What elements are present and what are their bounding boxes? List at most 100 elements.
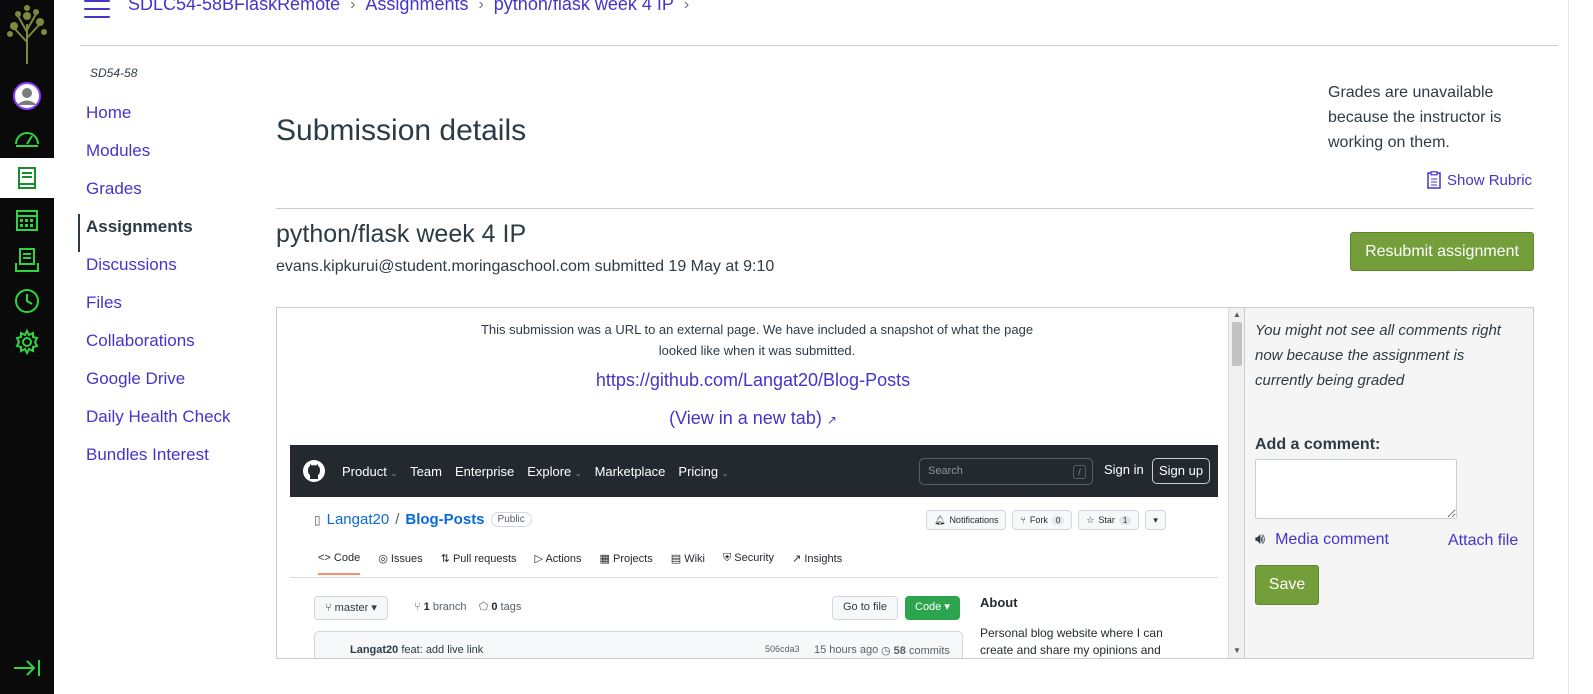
- save-comment-button[interactable]: Save: [1255, 565, 1319, 605]
- hamburger-menu-icon[interactable]: [84, 0, 110, 20]
- github-menu: Product ⌄ Team Enterprise Explore ⌄ Mark…: [342, 464, 728, 479]
- tab-insights[interactable]: ↗ Insights: [792, 552, 842, 575]
- gear-icon: [15, 328, 39, 356]
- github-menu-explore[interactable]: Explore ⌄: [527, 464, 581, 479]
- dashboard-nav-item[interactable]: [0, 118, 54, 158]
- breadcrumb-bar: SDLC54-58BFlaskRemote › Assignments › py…: [80, 0, 1558, 46]
- branch-count-link[interactable]: ⑂ 1 branch: [414, 601, 466, 613]
- dashboard-icon: [15, 132, 39, 147]
- commit-time: 15 hours ago: [814, 644, 879, 656]
- breadcrumb-separator-icon: ›: [683, 0, 690, 13]
- breadcrumb-assignment-link[interactable]: python/flask week 4 IP: [494, 0, 674, 15]
- github-search-input[interactable]: Search /: [919, 458, 1093, 485]
- scroll-up-icon[interactable]: ▲: [1233, 310, 1241, 319]
- github-menu-enterprise[interactable]: Enterprise: [455, 464, 514, 479]
- help-nav-item[interactable]: [0, 322, 54, 362]
- breadcrumb: SDLC54-58BFlaskRemote › Assignments › py…: [128, 0, 699, 15]
- notifications-button[interactable]: 🔔︎ Notifications: [926, 510, 1007, 530]
- code-dropdown-button[interactable]: Code ▾: [905, 596, 960, 620]
- show-rubric-link[interactable]: Show Rubric: [1426, 171, 1532, 189]
- snapshot-note: This submission was a URL to an external…: [480, 322, 1034, 358]
- github-sign-in-link[interactable]: Sign in: [1104, 462, 1144, 477]
- commit-sha[interactable]: 506cda3: [765, 644, 800, 654]
- course-nav-bundles-interest[interactable]: Bundles Interest: [78, 442, 248, 480]
- breadcrumb-assignments-link[interactable]: Assignments: [365, 0, 468, 15]
- comments-panel: You might not see all comments right now…: [1244, 307, 1534, 659]
- calendar-nav-item[interactable]: [0, 200, 54, 240]
- scrollbar-thumb[interactable]: [1232, 322, 1242, 366]
- github-menu-team[interactable]: Team: [410, 464, 442, 479]
- inbox-icon: [15, 248, 39, 272]
- tab-security[interactable]: ⛨ Security: [723, 552, 774, 575]
- star-dropdown-button[interactable]: ▾: [1145, 510, 1166, 530]
- breadcrumb-separator-icon: ›: [350, 0, 356, 13]
- scrollbar-track: [1568, 0, 1569, 694]
- external-link-icon: ↗: [826, 413, 837, 427]
- account-nav-item[interactable]: [0, 76, 54, 116]
- commit-count-link[interactable]: ◷ 58 commits: [881, 644, 950, 657]
- go-to-file-button[interactable]: Go to file: [832, 596, 899, 620]
- view-new-tab-link[interactable]: (View in a new tab) ↗: [277, 408, 1229, 429]
- github-menu-product[interactable]: Product ⌄: [342, 464, 397, 479]
- branch-selector[interactable]: ⑂ master ▾: [314, 596, 388, 620]
- tab-actions[interactable]: ▷ Actions: [535, 552, 582, 575]
- tab-pull-requests[interactable]: ⇅ Pull requests: [441, 552, 517, 575]
- fork-button[interactable]: ⑂ Fork 0: [1012, 510, 1073, 530]
- grades-unavailable-note: Grades are unavailable because the instr…: [1328, 84, 1502, 151]
- breadcrumb-course-link[interactable]: SDLC54-58BFlaskRemote: [128, 0, 340, 15]
- add-comment-label: Add a comment:: [1255, 436, 1381, 453]
- course-nav-discussions[interactable]: Discussions: [78, 252, 248, 290]
- about-description: Personal blog website where I can create…: [980, 626, 1163, 657]
- resubmit-assignment-button[interactable]: Resubmit assignment: [1350, 232, 1534, 271]
- tag-count-link[interactable]: ⬠ 0 tags: [479, 601, 522, 613]
- chevron-down-icon: ⌄: [574, 468, 582, 478]
- history-icon: ◷: [881, 645, 891, 657]
- latest-commit-row: Langat20 feat: add live link 506cda3 15 …: [314, 631, 963, 658]
- star-button[interactable]: ☆ Star 1: [1078, 510, 1140, 530]
- tree-logo-icon[interactable]: [4, 2, 50, 66]
- comment-textarea[interactable]: [1255, 459, 1457, 519]
- course-nav-collaborations[interactable]: Collaborations: [78, 328, 248, 366]
- calendar-icon: [16, 210, 38, 231]
- chevron-down-icon: ⌄: [721, 468, 729, 478]
- github-sign-up-button[interactable]: Sign up: [1152, 458, 1211, 484]
- courses-nav-item[interactable]: [0, 158, 54, 198]
- attach-file-link[interactable]: Attach file: [1448, 532, 1518, 550]
- branch-icon: ⑂: [325, 602, 332, 614]
- history-nav-item[interactable]: [0, 281, 54, 321]
- course-nav-home[interactable]: Home: [78, 100, 248, 138]
- speaker-icon: 🔊︎: [1255, 531, 1266, 548]
- submission-url-link[interactable]: https://github.com/Langat20/Blog-Posts: [277, 370, 1229, 391]
- repo-owner-link[interactable]: Langat20: [327, 511, 390, 528]
- breadcrumb-separator-icon: ›: [478, 0, 484, 13]
- tab-code[interactable]: <> Code: [318, 552, 361, 575]
- tab-projects[interactable]: ▦ Projects: [600, 552, 653, 575]
- repo-name-link[interactable]: Blog-Posts: [405, 511, 484, 528]
- submission-preview-frame: This submission was a URL to an external…: [276, 307, 1244, 659]
- github-tabs-divider: [290, 577, 1218, 578]
- about-heading: About: [980, 595, 1018, 610]
- tab-issues[interactable]: ◎ Issues: [378, 552, 422, 575]
- preview-scrollbar[interactable]: ▲ ▼: [1228, 308, 1244, 658]
- page-title: Submission details: [276, 114, 527, 147]
- inbox-nav-item[interactable]: [0, 240, 54, 280]
- github-menu-marketplace[interactable]: Marketplace: [595, 464, 666, 479]
- course-nav-modules[interactable]: Modules: [78, 138, 248, 176]
- course-nav-google-drive[interactable]: Google Drive: [78, 366, 248, 404]
- course-nav-files[interactable]: Files: [78, 290, 248, 328]
- github-menu-pricing[interactable]: Pricing ⌄: [678, 464, 728, 479]
- course-nav-daily-health-check[interactable]: Daily Health Check: [78, 404, 248, 442]
- slash-key-icon: /: [1073, 465, 1086, 479]
- course-nav: SD54-58 Home Modules Grades Assignments …: [78, 66, 248, 480]
- tab-wiki[interactable]: ▤ Wiki: [671, 552, 705, 575]
- bell-icon: 🔔︎: [934, 514, 946, 525]
- comments-hidden-note: You might not see all comments right now…: [1255, 322, 1501, 389]
- media-comment-link[interactable]: 🔊︎ Media comment: [1255, 531, 1389, 549]
- chevron-down-icon: ⌄: [390, 468, 398, 478]
- course-nav-assignments[interactable]: Assignments: [78, 214, 248, 252]
- collapse-nav-button[interactable]: [8, 652, 46, 684]
- github-repo-tabs: <> Code ◎ Issues ⇅ Pull requests ▷ Actio…: [318, 552, 842, 575]
- course-nav-grades[interactable]: Grades: [78, 176, 248, 214]
- page-scrollbar[interactable]: [1558, 0, 1593, 694]
- scroll-down-icon[interactable]: ▼: [1233, 646, 1241, 655]
